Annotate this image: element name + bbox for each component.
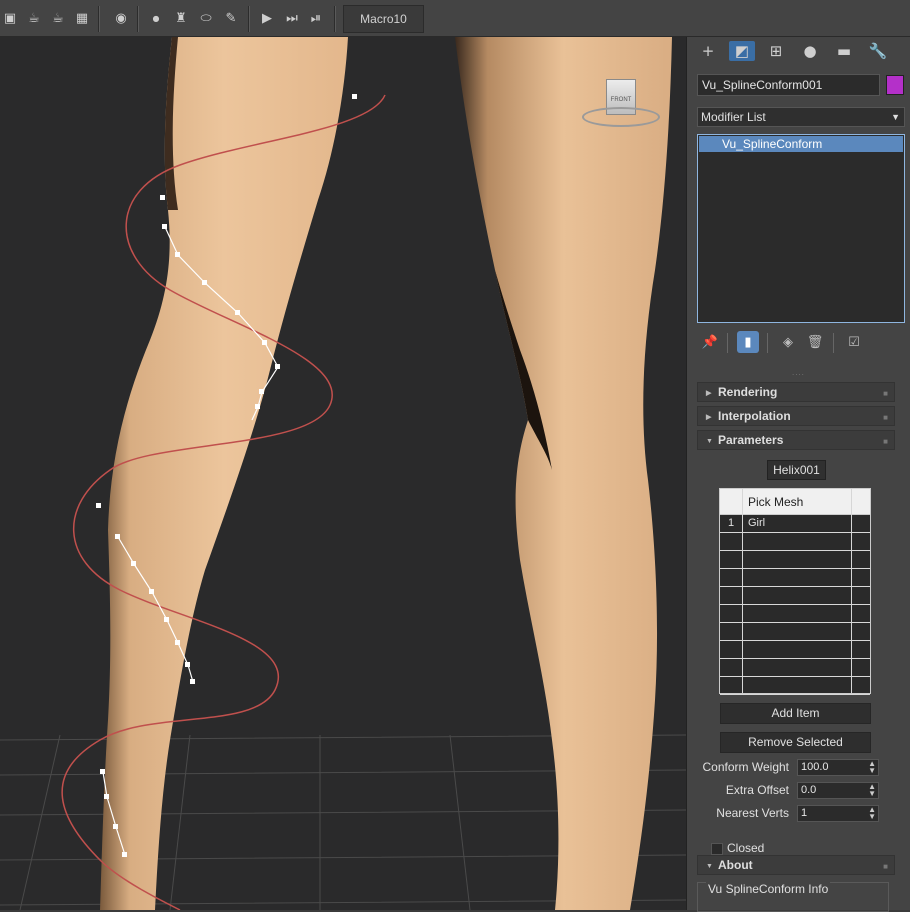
rollout-label: Interpolation [718,409,791,423]
perspective-viewport[interactable]: FRONT [0,37,686,910]
table-header-pick-mesh[interactable]: Pick Mesh [748,489,803,515]
nearest-verts-value: 1 [801,807,808,819]
teapot-render-icon[interactable]: ☕ [24,8,44,28]
hierarchy-icon[interactable]: ⊞ [763,41,789,61]
nearest-verts-label: Nearest Verts [716,806,789,820]
extra-offset-value: 0.0 [801,784,817,796]
table-row[interactable] [720,551,870,569]
table-row[interactable] [720,587,870,605]
rollout-handle-icon: ■ [883,862,888,871]
left-leg [100,37,348,910]
rollout-label: Rendering [718,385,778,399]
capsule-icon[interactable]: ⬭ [196,8,216,28]
rollout-handle-icon: ■ [883,437,888,446]
film-play-icon[interactable]: ▶ [257,8,277,28]
chevron-right-icon: ▶ [706,390,712,397]
command-panel: + ◩ ⊞ ● ▬ 🔧 Vu_SplineConform001 Modifier… [686,37,910,912]
table-row[interactable]: 1 Girl [720,515,870,533]
rollout-handle-icon: ■ [883,389,888,398]
make-unique-icon[interactable]: ◈ [777,331,799,353]
spline-pick-button[interactable]: Helix001 [767,460,826,480]
table-row[interactable] [720,533,870,551]
spinner-arrows-icon[interactable]: ▲ ▼ [868,783,876,798]
show-end-result-icon[interactable]: ▮ [737,331,759,353]
parameters-body: Helix001 Pick Mesh 1 Girl Add Item Remov… [697,455,895,858]
toolbar-separator [137,6,139,32]
scene-explorer-icon[interactable]: ◉ [111,8,131,28]
spinner-arrows-icon[interactable]: ▲ ▼ [868,806,876,821]
rollout-parameters[interactable]: ▼ Parameters ■ [697,430,895,450]
film-end-icon[interactable]: ⏯ [306,8,326,28]
modifier-stack-item[interactable]: Vu_SplineConform [699,136,903,152]
table-row[interactable] [720,659,870,677]
pin-stack-icon[interactable]: 📌 [699,331,721,353]
modifier-list-dropdown[interactable]: Modifier List ▼ [697,107,905,127]
create-icon[interactable]: + [695,41,721,61]
object-color-swatch[interactable] [886,75,904,95]
conform-weight-value: 100.0 [801,761,829,773]
viewport-scene [0,37,686,910]
table-row[interactable] [720,641,870,659]
brush-icon[interactable]: ✎ [221,8,241,28]
rollout-label: About [718,858,753,872]
remove-selected-button[interactable]: Remove Selected [720,732,871,753]
about-info-label: Vu SplineConform Info [706,882,831,896]
row-mesh-name: Girl [748,517,766,529]
conform-weight-spinner[interactable]: 100.0 ▲ ▼ [797,759,879,776]
modifier-stack[interactable]: Vu_SplineConform [697,134,905,323]
rollout-handle-icon: ■ [883,413,888,422]
table-row[interactable] [720,623,870,641]
chevron-right-icon: ▶ [706,414,712,421]
remove-modifier-icon[interactable]: 🗑 [804,331,826,353]
render-frame-icon[interactable]: ▣ [0,8,20,28]
about-info-group: Vu SplineConform Info [697,882,889,912]
table-row[interactable] [720,677,870,695]
utilities-icon[interactable]: 🔧 [865,41,891,61]
add-item-button[interactable]: Add Item [720,703,871,724]
extra-offset-spinner[interactable]: 0.0 ▲ ▼ [797,782,879,799]
dot-icon[interactable]: ● [146,8,166,28]
stack-tool-separator [767,333,768,353]
stack-tool-separator [727,333,728,353]
motion-icon[interactable]: ● [797,41,823,61]
extra-offset-label: Extra Offset [725,783,789,797]
closed-label[interactable]: Closed [727,841,764,855]
toolbar-separator [248,6,250,32]
display-icon[interactable]: ▬ [831,41,857,61]
rollout-label: Parameters [718,433,784,447]
row-index: 1 [728,517,735,529]
stack-tool-separator [833,333,834,353]
modify-icon[interactable]: ◩ [729,41,755,61]
rollout-rendering[interactable]: ▶ Rendering ■ [697,382,895,402]
table-row[interactable] [720,605,870,623]
pick-mesh-table[interactable]: Pick Mesh 1 Girl [719,488,871,695]
configure-modifier-sets-icon[interactable]: ☑ [843,331,865,353]
main-toolbar: ▣ ☕ ☕ ▦ ◉ ● ♜ ⬭ ✎ ▶ ⏭ ⏯ Macro10 [0,0,910,37]
viewcube[interactable]: FRONT [582,79,662,131]
teapot-render-2-icon[interactable]: ☕ [48,8,68,28]
nearest-verts-spinner[interactable]: 1 ▲ ▼ [797,805,879,822]
spinner-arrows-icon[interactable]: ▲ ▼ [868,760,876,775]
object-name-field[interactable]: Vu_SplineConform001 [697,74,880,96]
macro10-button[interactable]: Macro10 [343,5,424,33]
right-leg [455,37,672,910]
conform-weight-label: Conform Weight [702,760,789,774]
closed-checkbox[interactable] [711,843,723,855]
viewcube-ring[interactable] [582,107,660,127]
toolbar-separator [334,6,336,32]
rollout-about[interactable]: ▼ About ■ [697,855,895,875]
rollout-interpolation[interactable]: ▶ Interpolation ■ [697,406,895,426]
toolbar-separator [98,6,100,32]
film-next-icon[interactable]: ⏭ [282,8,302,28]
chevron-down-icon: ▼ [706,438,713,445]
shirt-icon[interactable]: ♜ [171,8,191,28]
chevron-down-icon: ▼ [706,863,713,870]
panel-grip[interactable]: .... [792,368,805,377]
grid-icon[interactable]: ▦ [72,8,92,28]
table-row[interactable] [720,569,870,587]
stack-toolbar: 📌 ▮ ◈ 🗑 ☑ [697,331,905,355]
chevron-down-icon: ▼ [891,112,900,122]
modifier-list-label: Modifier List [701,110,766,124]
